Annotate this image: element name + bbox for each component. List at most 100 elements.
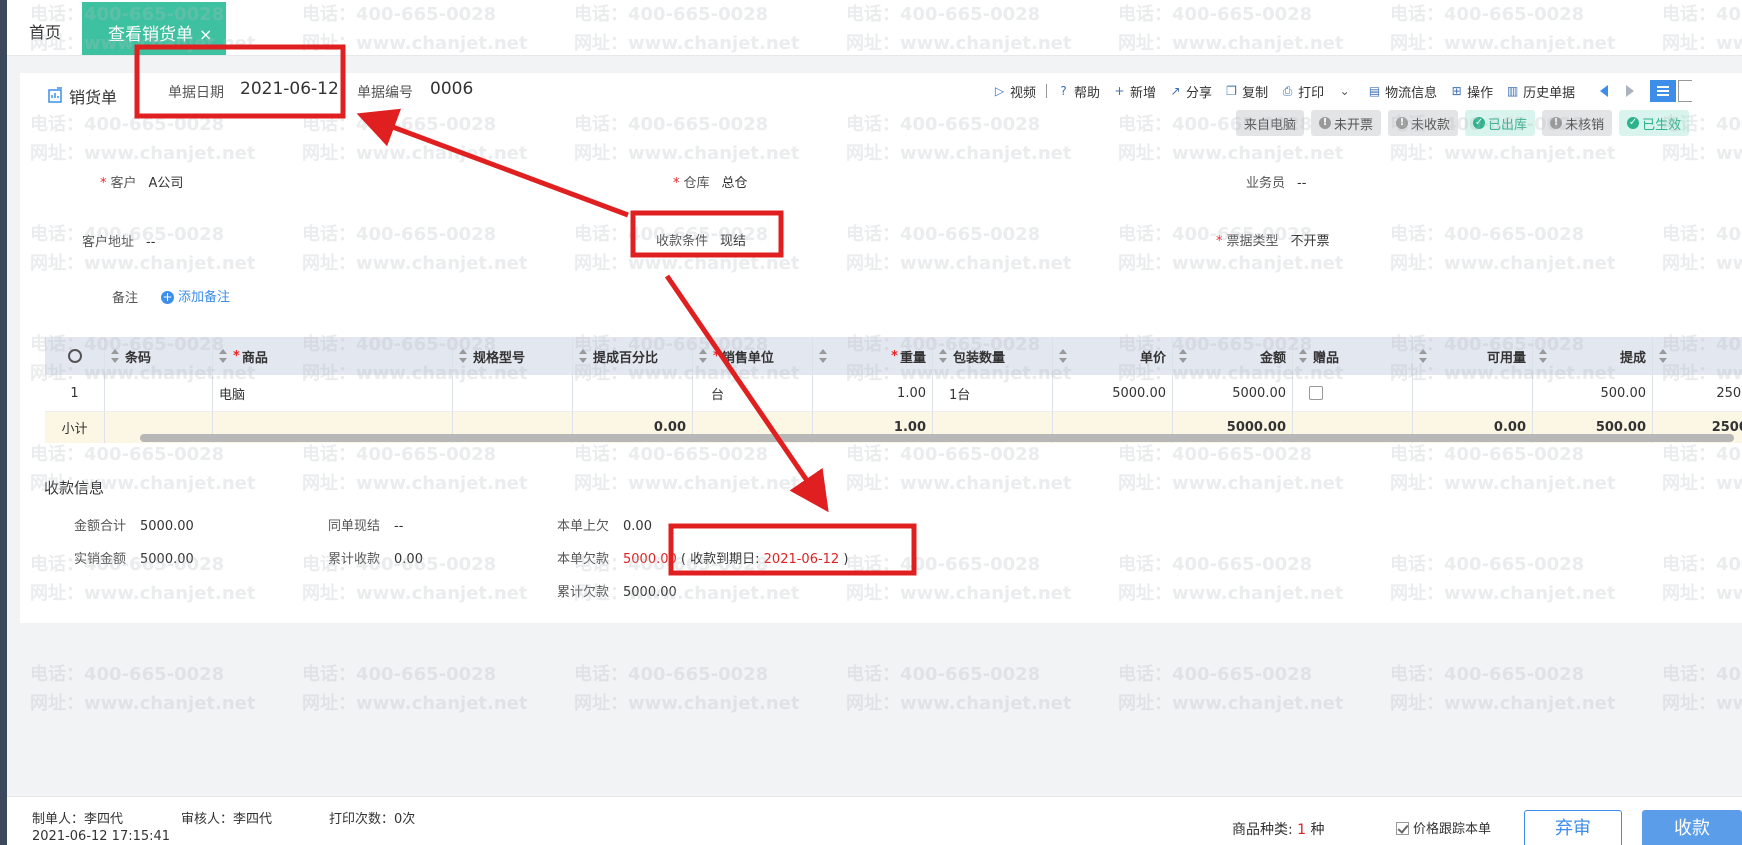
- logistics-button[interactable]: ▤ 物流信息: [1368, 82, 1437, 101]
- col-weight[interactable]: * 重量: [813, 337, 933, 375]
- address-field[interactable]: 客户地址 --: [82, 231, 155, 250]
- col-commission[interactable]: 提成: [1533, 337, 1653, 375]
- video-button[interactable]: ▷ 视频: [993, 82, 1036, 101]
- collect-payment-button[interactable]: 收款: [1642, 810, 1742, 845]
- cell-pack-qty[interactable]: 1台: [933, 375, 1053, 412]
- cell-spec[interactable]: [453, 375, 573, 412]
- actual-value: 5000.00: [140, 552, 194, 567]
- sort-icon[interactable]: [1059, 349, 1067, 363]
- warehouse-label: 仓库: [683, 176, 710, 191]
- gear-icon[interactable]: [67, 349, 82, 363]
- cell-amount[interactable]: 5000.00: [1173, 375, 1293, 412]
- prev-owed-label: 本单上欠: [557, 519, 610, 534]
- toolbar-divider: [1046, 84, 1048, 98]
- cell-commission[interactable]: 500.00: [1533, 375, 1653, 412]
- payment-terms-value: 现结: [720, 234, 747, 249]
- list-view-toggle[interactable]: [1650, 80, 1677, 102]
- price-track-toggle[interactable]: 价格跟踪本单: [1396, 818, 1491, 837]
- print-label: 打印: [1298, 85, 1325, 101]
- col-commission-pct[interactable]: 提成百分比: [573, 337, 693, 375]
- table-row[interactable]: 1 电脑 台 1.00 1台 5000.00 5000.00 500.00 25…: [45, 375, 1742, 412]
- sort-icon[interactable]: [111, 349, 119, 363]
- cell-weight[interactable]: 1.00: [813, 375, 933, 412]
- sort-icon[interactable]: [1539, 349, 1547, 363]
- logistics-icon: ▤: [1368, 83, 1381, 98]
- cell-available[interactable]: [1413, 375, 1533, 412]
- col-gift[interactable]: 赠品: [1293, 337, 1413, 375]
- total-label: 金额合计: [74, 519, 127, 534]
- cell-barcode[interactable]: [105, 375, 213, 412]
- cell-unit[interactable]: 台: [693, 375, 813, 412]
- chevron-down-icon[interactable]: ⌄: [1338, 84, 1351, 98]
- product-kinds: 商品种类: 1 种: [1232, 819, 1325, 839]
- sort-icon[interactable]: [459, 349, 467, 363]
- invoice-type-label: 票据类型: [1226, 234, 1279, 249]
- cell-product[interactable]: 电脑: [213, 375, 453, 412]
- watermark-text: 电话：400-665-0028网址：www.chanjet.net: [30, 664, 256, 714]
- col-pack-qty[interactable]: 包装数量: [933, 337, 1053, 375]
- cum-owed-label: 累计欠款: [557, 585, 610, 600]
- print-button[interactable]: ⎙ 打印 ⌄: [1281, 82, 1355, 101]
- info-icon: !: [1319, 117, 1332, 129]
- copy-button[interactable]: ❐ 复制: [1225, 82, 1268, 101]
- sort-icon[interactable]: [819, 349, 827, 363]
- col-amount[interactable]: 金额: [1173, 337, 1293, 375]
- required-mark: *: [713, 348, 720, 364]
- payment-terms-field[interactable]: 收款条件 现结: [656, 230, 746, 249]
- sort-icon[interactable]: [1299, 349, 1307, 363]
- tab-home[interactable]: 首页: [29, 19, 61, 43]
- add-remark-link[interactable]: + 添加备注: [161, 286, 230, 305]
- col-spec[interactable]: 规格型号: [453, 337, 573, 375]
- sort-icon[interactable]: [1659, 349, 1667, 363]
- next-arrow-icon[interactable]: [1626, 85, 1635, 97]
- sort-icon[interactable]: [579, 349, 587, 363]
- invoice-type-field[interactable]: * 票据类型 不开票: [1216, 230, 1330, 249]
- cell-extra[interactable]: 250000: [1653, 375, 1742, 412]
- gift-checkbox[interactable]: [1309, 386, 1323, 400]
- sort-icon[interactable]: [699, 349, 707, 363]
- salesman-field[interactable]: 业务员 --: [1246, 172, 1306, 191]
- price-track-checkbox[interactable]: [1396, 822, 1409, 835]
- abandon-audit-button[interactable]: 弃审: [1524, 810, 1622, 845]
- date-label: 单据日期: [168, 85, 224, 101]
- horizontal-scrollbar[interactable]: [140, 434, 1734, 442]
- status-badge-source: 来自电脑: [1236, 110, 1305, 136]
- cell-commission-pct[interactable]: [573, 375, 693, 412]
- card-view-toggle[interactable]: [1678, 80, 1693, 102]
- close-icon[interactable]: ×: [199, 25, 212, 44]
- col-barcode[interactable]: 条码: [105, 337, 213, 375]
- col-unit-price[interactable]: 单价: [1053, 337, 1173, 375]
- share-button[interactable]: ↗ 分享: [1169, 82, 1213, 101]
- address-value: --: [146, 235, 156, 250]
- copy-label: 复制: [1242, 85, 1269, 101]
- col-available[interactable]: 可用量: [1413, 337, 1533, 375]
- sort-icon[interactable]: [1419, 349, 1427, 363]
- cell-price[interactable]: 5000.00: [1053, 375, 1173, 412]
- required-mark: *: [891, 348, 898, 364]
- operate-button[interactable]: ⊞ 操作: [1450, 82, 1494, 101]
- history-button[interactable]: ▥ 历史单据: [1506, 82, 1575, 101]
- tab-view-sales-order[interactable]: 查看销货单 ×: [82, 2, 226, 55]
- new-button[interactable]: + 新增: [1113, 82, 1157, 101]
- prev-arrow-icon[interactable]: [1600, 85, 1609, 97]
- creator: 制单人：李四代: [32, 812, 124, 827]
- cell-gift[interactable]: [1293, 375, 1413, 412]
- settings-cell[interactable]: [45, 337, 105, 375]
- customer-field[interactable]: * 客户 A公司: [100, 172, 183, 191]
- status-text: 来自电脑: [1244, 117, 1297, 133]
- address-label: 客户地址: [82, 235, 135, 250]
- video-label: 视频: [1010, 85, 1037, 101]
- sort-icon[interactable]: [219, 349, 227, 363]
- date-value[interactable]: 2021-06-12: [240, 79, 339, 99]
- col-sales-unit[interactable]: * 销售单位: [693, 337, 813, 375]
- check-icon: ✓: [1627, 117, 1640, 129]
- invoice-type-value: 不开票: [1290, 234, 1330, 249]
- help-button[interactable]: ? 帮助: [1057, 82, 1100, 101]
- order-no-value[interactable]: 0006: [430, 79, 473, 99]
- sort-icon[interactable]: [939, 349, 947, 363]
- col-extra[interactable]: 提: [1653, 337, 1742, 375]
- owed-value: 5000.00: [623, 552, 677, 567]
- col-product[interactable]: * 商品: [213, 337, 453, 375]
- sort-icon[interactable]: [1179, 349, 1187, 363]
- warehouse-field[interactable]: * 仓库 总仓: [673, 172, 748, 191]
